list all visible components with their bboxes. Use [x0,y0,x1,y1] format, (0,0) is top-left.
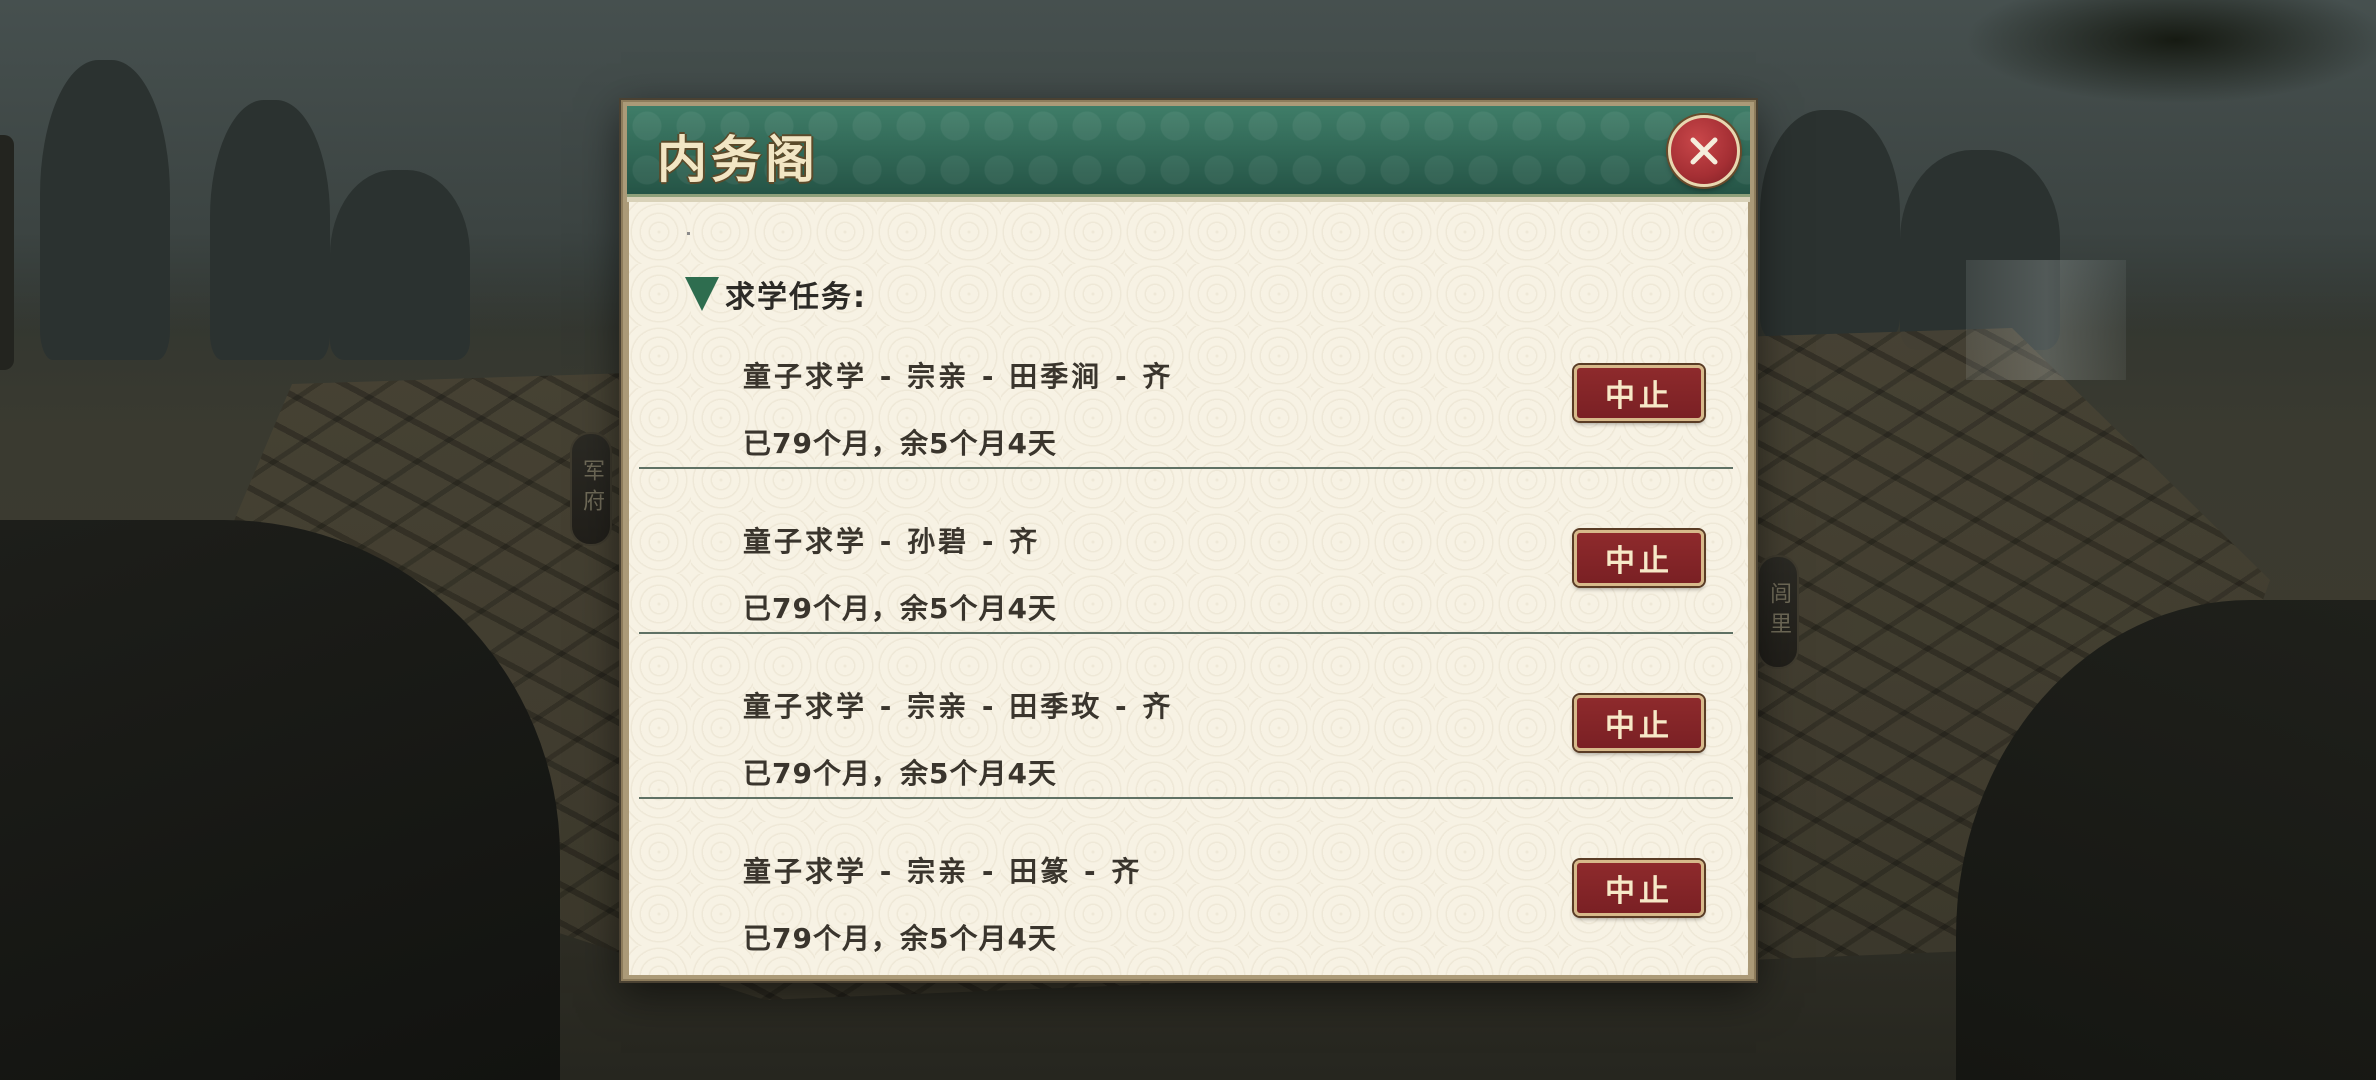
task-row: 童子求学 - 宗亲 - 田篆 - 齐 已79个月，余5个月4天 中止 [639,850,1733,975]
task-progress: 已79个月，余5个月4天 [743,922,1057,955]
task-progress: 已79个月，余5个月4天 [743,592,1057,625]
task-progress: 已79个月，余5个月4天 [743,757,1057,790]
mountain [210,100,330,360]
building-tag-lvli[interactable]: 闾里 [1757,555,1799,669]
task-title: 童子求学 - 宗亲 - 田篆 - 齐 [743,855,1143,888]
task-title: 童子求学 - 孙碧 - 齐 [743,525,1041,558]
internal-affairs-dialog: 内务阁 求学任务: 童子求学 - 宗亲 - 田季涧 - 齐 已79个月，余5个月… [621,100,1756,981]
stop-button[interactable]: 中止 [1574,695,1704,751]
building-tag-label: 闾里 [1766,582,1791,642]
task-title: 童子求学 - 宗亲 - 田季涧 - 齐 [743,360,1174,393]
mountain [40,60,170,360]
stop-button[interactable]: 中止 [1574,530,1704,586]
building-tag-label: 军府 [579,459,604,519]
dialog-header: 内务阁 [627,106,1750,202]
close-icon [1690,137,1718,165]
row-divider [639,467,1733,469]
mountain [330,170,470,360]
dialog-title: 内务阁 [657,131,819,189]
task-progress: 已79个月，余5个月4天 [743,427,1057,460]
close-button[interactable] [1668,115,1740,187]
row-divider [639,797,1733,799]
collapse-triangle-icon[interactable] [685,277,719,311]
task-row: 童子求学 - 孙碧 - 齐 已79个月，余5个月4天 中止 [639,520,1733,685]
dialog-body: 求学任务: 童子求学 - 宗亲 - 田季涧 - 齐 已79个月，余5个月4天 中… [629,202,1748,975]
section-header[interactable]: 求学任务: [685,272,867,316]
row-divider [639,632,1733,634]
side-panel-handle[interactable] [0,135,14,370]
tree-branches [1816,0,2376,220]
section-label: 求学任务: [725,280,867,315]
stop-button[interactable]: 中止 [1574,860,1704,916]
waterfall [1966,260,2126,380]
decor-dot [687,232,690,235]
task-row: 童子求学 - 宗亲 - 田季玫 - 齐 已79个月，余5个月4天 中止 [639,685,1733,850]
building-tag-junfu[interactable]: 军府 [570,432,612,546]
task-row: 童子求学 - 宗亲 - 田季涧 - 齐 已79个月，余5个月4天 中止 [639,355,1733,520]
stop-button[interactable]: 中止 [1574,365,1704,421]
task-title: 童子求学 - 宗亲 - 田季玫 - 齐 [743,690,1174,723]
